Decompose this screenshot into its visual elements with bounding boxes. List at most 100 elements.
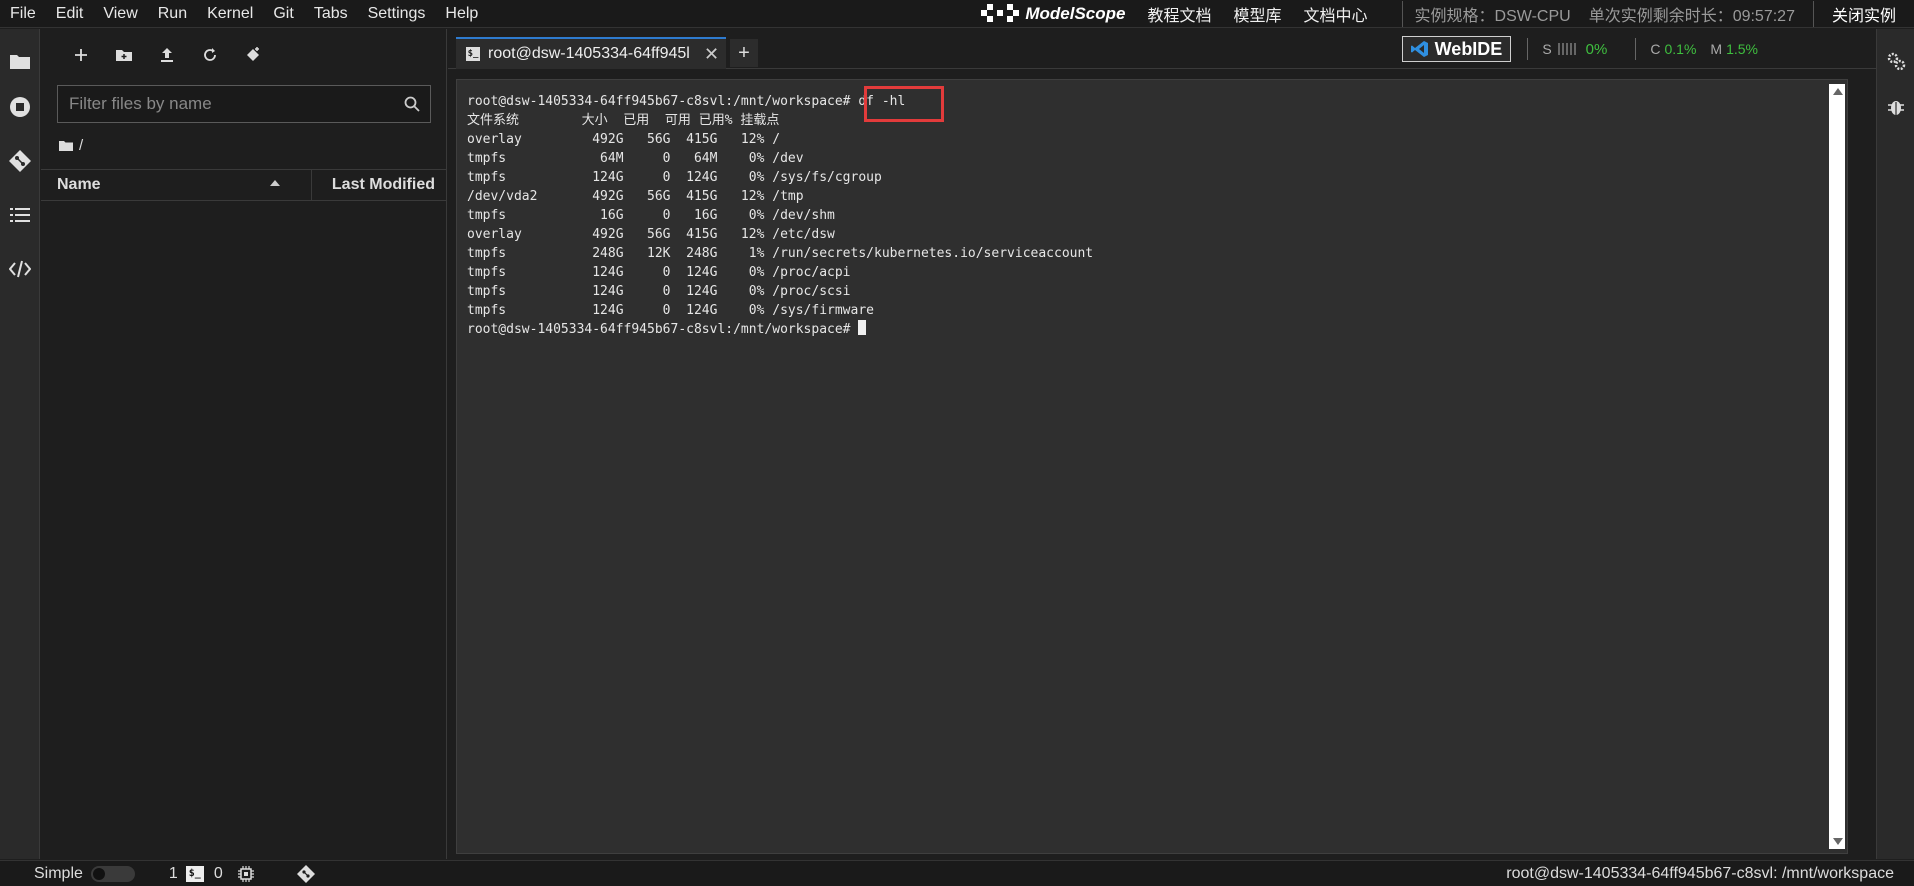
tab-terminal[interactable]: $_ root@dsw-1405334-64ff945l ✕	[456, 37, 726, 69]
cpu-value: 0.1%	[1664, 41, 1697, 57]
link-doc-center[interactable]: 文档中心	[1304, 2, 1368, 26]
terminal-line: tmpfs 124G 0 124G 0% /proc/scsi	[467, 284, 851, 299]
cpu-chip-icon[interactable]	[237, 865, 255, 883]
kernel-count[interactable]: 1 $_ 0	[169, 865, 223, 883]
scroll-up-icon[interactable]	[1833, 88, 1843, 95]
command-highlight-box	[864, 86, 944, 122]
terminal-output: root@dsw-1405334-64ff945b67-c8svl:/mnt/w…	[467, 92, 1093, 339]
terminal-line: tmpfs 248G 12K 248G 1% /run/secrets/kube…	[467, 246, 1094, 261]
new-folder-icon	[116, 50, 132, 61]
search-icon[interactable]	[394, 86, 430, 122]
running-kernels-icon[interactable]	[8, 95, 32, 119]
storage-bars	[1557, 43, 1576, 55]
memory-value: 1.5%	[1726, 41, 1758, 57]
file-browser-panel: / Name Last Modified	[41, 29, 447, 859]
terminal-line: tmpfs 64M 0 64M 0% /dev	[467, 151, 804, 166]
terminal-icon: $_	[185, 865, 204, 882]
menu-settings[interactable]: Settings	[358, 0, 436, 28]
breadcrumb-root[interactable]: /	[79, 137, 83, 154]
refresh-button[interactable]	[198, 43, 222, 67]
file-filter-input[interactable]	[58, 94, 394, 114]
upload-button[interactable]	[155, 43, 179, 67]
storage-usage: S 0%	[1542, 41, 1607, 58]
terminal-line: overlay 492G 56G 415G 12% /etc/dsw	[467, 227, 835, 242]
right-sidebar-tabs	[1876, 29, 1914, 859]
kernel-count-value: 1	[168, 864, 178, 882]
terminal-count-value: 0	[213, 864, 223, 882]
left-sidebar-tabs	[0, 29, 40, 859]
git-icon[interactable]	[8, 149, 32, 173]
menu-run[interactable]: Run	[148, 0, 197, 28]
terminal-prompt-line: root@dsw-1405334-64ff945b67-c8svl:/mnt/w…	[467, 320, 1093, 339]
modelscope-logo-icon	[981, 4, 1020, 22]
storage-value: 0%	[1585, 40, 1608, 58]
terminal-line: 文件系统 大小 已用 可用 已用% 挂载点	[467, 113, 780, 128]
git-status-icon[interactable]	[296, 864, 315, 883]
main-area: $_ root@dsw-1405334-64ff945l ✕ + WebIDE …	[448, 29, 1876, 859]
cpu-label: C	[1650, 41, 1661, 57]
menu-kernel[interactable]: Kernel	[197, 0, 263, 28]
divider	[1635, 38, 1637, 60]
terminal-panel[interactable]: root@dsw-1405334-64ff945b67-c8svl:/mnt/w…	[456, 79, 1848, 854]
tab-terminal-label: root@dsw-1405334-64ff945l	[488, 45, 690, 62]
memory-label: M	[1710, 41, 1723, 57]
column-header-last-modified[interactable]: Last Modified	[311, 170, 447, 200]
terminal-line: tmpfs 16G 0 16G 0% /dev/shm	[467, 208, 835, 223]
folder-icon	[59, 141, 73, 151]
git-clone-icon	[247, 47, 259, 61]
memory-usage: M 1.5%	[1710, 41, 1758, 57]
code-icon[interactable]	[8, 257, 32, 281]
link-model-library[interactable]: 模型库	[1234, 2, 1282, 26]
tab-bar: $_ root@dsw-1405334-64ff945l ✕ + WebIDE …	[448, 29, 1876, 69]
menu-bar: File Edit View Run Kernel Git Tabs Setti…	[0, 0, 1914, 28]
terminal-line: tmpfs 124G 0 124G 0% /proc/acpi	[467, 265, 851, 280]
terminal-cursor	[858, 320, 867, 335]
scroll-down-icon[interactable]	[1833, 838, 1843, 845]
menu-file[interactable]: File	[0, 0, 46, 28]
plus-icon	[75, 49, 87, 61]
folder-icon[interactable]	[8, 49, 32, 73]
modelscope-logo[interactable]: ModelScope	[981, 4, 1125, 24]
menu-tabs[interactable]: Tabs	[304, 0, 358, 28]
file-browser-toolbar	[41, 29, 447, 81]
new-tab-button[interactable]: +	[730, 39, 758, 67]
file-filter-box	[57, 85, 431, 123]
storage-label: S	[1542, 41, 1552, 57]
close-instance-button[interactable]: 关闭实例	[1814, 2, 1914, 26]
property-inspector-icon[interactable]	[1884, 49, 1908, 73]
simple-mode: Simple	[34, 865, 135, 883]
column-header-name[interactable]: Name	[41, 170, 311, 200]
terminal-path-status: root@dsw-1405334-64ff945b67-c8svl: /mnt/…	[1506, 865, 1894, 882]
vscode-icon	[1410, 41, 1428, 57]
menu-view[interactable]: View	[93, 0, 147, 28]
menu-help[interactable]: Help	[435, 0, 488, 28]
breadcrumb[interactable]: /	[59, 137, 83, 154]
cpu-usage: C 0.1%	[1650, 41, 1696, 57]
debugger-icon[interactable]	[1884, 95, 1908, 119]
link-tutorial-docs[interactable]: 教程文档	[1147, 2, 1211, 26]
terminal-prompt: root@dsw-1405334-64ff945b67-c8svl:/mnt/w…	[467, 322, 859, 337]
column-last-modified-label: Last Modified	[331, 176, 435, 193]
terminal-line: root@dsw-1405334-64ff945b67-c8svl:/mnt/w…	[467, 94, 906, 109]
terminal-line: tmpfs 124G 0 124G 0% /sys/fs/cgroup	[467, 170, 882, 185]
table-of-contents-icon[interactable]	[8, 203, 32, 227]
terminal-line: tmpfs 124G 0 124G 0% /sys/firmware	[467, 303, 874, 318]
top-right-area: ModelScope 教程文档 模型库 文档中心 实例规格：DSW-CPU 单次…	[981, 0, 1914, 28]
file-list-header: Name Last Modified	[41, 169, 447, 201]
upload-icon	[161, 48, 173, 62]
menu-edit[interactable]: Edit	[46, 0, 94, 28]
menu-git[interactable]: Git	[263, 0, 303, 28]
terminal-line: /dev/vda2 492G 56G 415G 12% /tmp	[467, 189, 804, 204]
status-bar: Simple 1 $_ 0 root@dsw-1405334-64ff945b6…	[0, 860, 1914, 886]
close-icon[interactable]: ✕	[704, 44, 719, 65]
simple-mode-toggle[interactable]	[90, 865, 135, 882]
new-folder-button[interactable]	[112, 43, 136, 67]
terminal-scrollbar[interactable]	[1829, 84, 1845, 849]
modelscope-brand-text: ModelScope	[1025, 4, 1126, 23]
webide-label: WebIDE	[1434, 38, 1503, 59]
webide-button[interactable]: WebIDE	[1401, 36, 1512, 62]
sort-ascending-icon	[270, 180, 280, 186]
divider	[1527, 38, 1529, 60]
git-clone-button[interactable]	[241, 43, 265, 67]
new-launcher-button[interactable]	[69, 43, 93, 67]
